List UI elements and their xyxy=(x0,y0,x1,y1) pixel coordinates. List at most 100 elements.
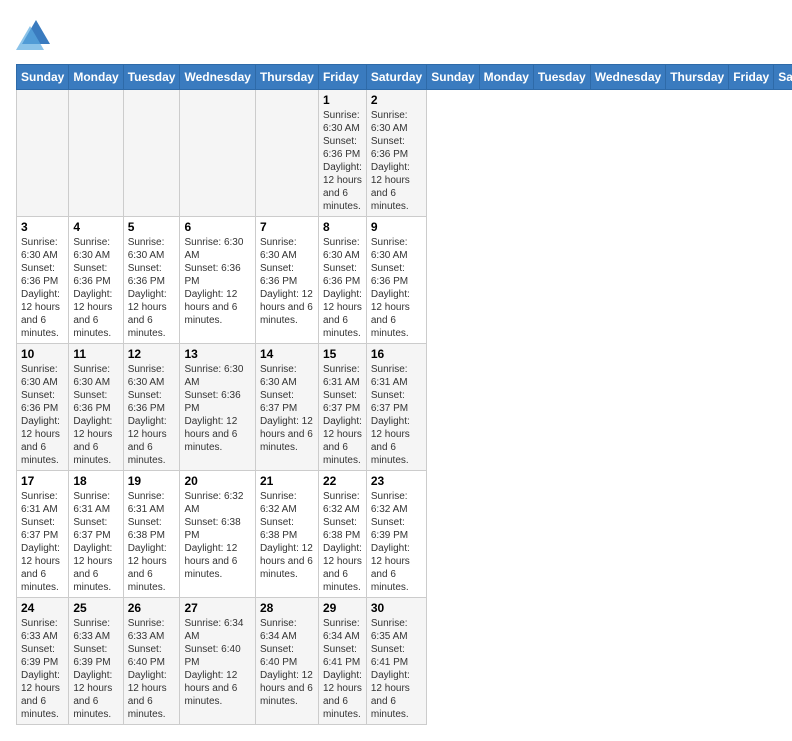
header-thursday: Thursday xyxy=(255,65,318,90)
calendar-cell xyxy=(180,90,255,217)
calendar-cell: 10Sunrise: 6:30 AMSunset: 6:36 PMDayligh… xyxy=(17,344,69,471)
day-info: Sunrise: 6:35 AMSunset: 6:41 PMDaylight:… xyxy=(371,617,422,721)
calendar-cell: 3 Sunrise: 6:30 AMSunset: 6:36 PMDaylight… xyxy=(17,217,69,344)
calendar-cell: 23 Sunrise: 6:32 AMSunset: 6:39 PMDayligh… xyxy=(366,471,426,598)
calendar-cell: 17 Sunrise: 6:31 AMSunset: 6:37 PMDayligh… xyxy=(17,471,69,598)
col-header-sunday: Sunday xyxy=(427,65,479,90)
day-info: Sunrise: 6:34 AMSunset: 6:40 PMDaylight:… xyxy=(184,617,250,708)
calendar-cell: 14 Sunrise: 6:30 AMSunset: 6:37 PMDayligh… xyxy=(255,344,318,471)
day-info: Sunrise: 6:30 AMSunset: 6:36 PMDaylight:… xyxy=(73,363,118,467)
day-number: 17 xyxy=(21,474,64,488)
header-wednesday: Wednesday xyxy=(180,65,255,90)
calendar-cell: 6Sunrise: 6:30 AMSunset: 6:36 PMDaylight… xyxy=(180,217,255,344)
day-number: 25 xyxy=(73,601,118,615)
day-info: Sunrise: 6:32 AMSunset: 6:39 PMDaylight:… xyxy=(371,490,422,594)
calendar-cell: 28 Sunrise: 6:34 AMSunset: 6:40 PMDayligh… xyxy=(255,598,318,725)
day-number: 6 xyxy=(184,220,250,234)
day-info: Sunrise: 6:30 AMSunset: 6:36 PMDaylight:… xyxy=(323,236,362,340)
day-number: 26 xyxy=(128,601,176,615)
day-info: Sunrise: 6:34 AMSunset: 6:40 PMDaylight:… xyxy=(260,617,314,708)
calendar-cell: 22 Sunrise: 6:32 AMSunset: 6:38 PMDayligh… xyxy=(318,471,366,598)
day-info: Sunrise: 6:32 AMSunset: 6:38 PMDaylight:… xyxy=(184,490,250,581)
calendar-cell: 2 Sunrise: 6:30 AMSunset: 6:36 PMDaylight… xyxy=(366,90,426,217)
calendar-cell: 7Sunrise: 6:30 AMSunset: 6:36 PMDaylight… xyxy=(255,217,318,344)
day-info: Sunrise: 6:30 AMSunset: 6:36 PMDaylight:… xyxy=(128,236,176,340)
header-tuesday: Tuesday xyxy=(123,65,180,90)
day-number: 3 xyxy=(21,220,64,234)
day-number: 29 xyxy=(323,601,362,615)
day-number: 12 xyxy=(128,347,176,361)
day-info: Sunrise: 6:31 AMSunset: 6:38 PMDaylight:… xyxy=(128,490,176,594)
calendar-cell: 15 Sunrise: 6:31 AMSunset: 6:37 PMDayligh… xyxy=(318,344,366,471)
day-info: Sunrise: 6:30 AMSunset: 6:36 PMDaylight:… xyxy=(371,236,422,340)
header-monday: Monday xyxy=(69,65,123,90)
calendar-table: SundayMondayTuesdayWednesdayThursdayFrid… xyxy=(16,64,792,725)
calendar-cell: 30 Sunrise: 6:35 AMSunset: 6:41 PMDayligh… xyxy=(366,598,426,725)
day-number: 28 xyxy=(260,601,314,615)
calendar-cell: 9 Sunrise: 6:30 AMSunset: 6:36 PMDaylight… xyxy=(366,217,426,344)
calendar-week-2: 3 Sunrise: 6:30 AMSunset: 6:36 PMDaylight… xyxy=(17,217,792,344)
col-header-friday: Friday xyxy=(729,65,774,90)
calendar-week-5: 24 Sunrise: 6:33 AMSunset: 6:39 PMDayligh… xyxy=(17,598,792,725)
day-info: Sunrise: 6:32 AMSunset: 6:38 PMDaylight:… xyxy=(260,490,314,581)
calendar-cell: 27 Sunrise: 6:34 AMSunset: 6:40 PMDayligh… xyxy=(180,598,255,725)
logo-icon xyxy=(16,16,54,54)
day-info: Sunrise: 6:30 AMSunset: 6:37 PMDaylight:… xyxy=(260,363,314,454)
day-info: Sunrise: 6:32 AMSunset: 6:38 PMDaylight:… xyxy=(323,490,362,594)
header-saturday: Saturday xyxy=(366,65,426,90)
calendar-cell: 20 Sunrise: 6:32 AMSunset: 6:38 PMDayligh… xyxy=(180,471,255,598)
calendar-cell xyxy=(123,90,180,217)
header-sunday: Sunday xyxy=(17,65,69,90)
day-number: 18 xyxy=(73,474,118,488)
day-info: Sunrise: 6:30 AMSunset: 6:36 PMDaylight:… xyxy=(21,363,64,467)
day-info: Sunrise: 6:30 AMSunset: 6:36 PMDaylight:… xyxy=(184,363,250,454)
day-number: 9 xyxy=(371,220,422,234)
day-number: 8 xyxy=(323,220,362,234)
day-number: 23 xyxy=(371,474,422,488)
col-header-saturday: Saturday xyxy=(774,65,792,90)
day-number: 16 xyxy=(371,347,422,361)
calendar-cell: 8 Sunrise: 6:30 AMSunset: 6:36 PMDaylight… xyxy=(318,217,366,344)
day-info: Sunrise: 6:30 AMSunset: 6:36 PMDaylight:… xyxy=(371,109,422,213)
calendar-cell: 12 Sunrise: 6:30 AMSunset: 6:36 PMDayligh… xyxy=(123,344,180,471)
calendar-cell: 16Sunrise: 6:31 AMSunset: 6:37 PMDayligh… xyxy=(366,344,426,471)
day-info: Sunrise: 6:31 AMSunset: 6:37 PMDaylight:… xyxy=(323,363,362,467)
calendar-cell: 18Sunrise: 6:31 AMSunset: 6:37 PMDayligh… xyxy=(69,471,123,598)
day-number: 20 xyxy=(184,474,250,488)
day-info: Sunrise: 6:30 AMSunset: 6:36 PMDaylight:… xyxy=(21,236,64,340)
day-number: 13 xyxy=(184,347,250,361)
calendar-cell: 21Sunrise: 6:32 AMSunset: 6:38 PMDayligh… xyxy=(255,471,318,598)
calendar-week-3: 10Sunrise: 6:30 AMSunset: 6:36 PMDayligh… xyxy=(17,344,792,471)
day-number: 27 xyxy=(184,601,250,615)
calendar-week-4: 17 Sunrise: 6:31 AMSunset: 6:37 PMDayligh… xyxy=(17,471,792,598)
day-info: Sunrise: 6:33 AMSunset: 6:39 PMDaylight:… xyxy=(73,617,118,721)
calendar-cell: 5 Sunrise: 6:30 AMSunset: 6:36 PMDaylight… xyxy=(123,217,180,344)
day-number: 15 xyxy=(323,347,362,361)
day-number: 14 xyxy=(260,347,314,361)
day-info: Sunrise: 6:31 AMSunset: 6:37 PMDaylight:… xyxy=(21,490,64,594)
calendar-cell: 11 Sunrise: 6:30 AMSunset: 6:36 PMDayligh… xyxy=(69,344,123,471)
calendar-cell: 19 Sunrise: 6:31 AMSunset: 6:38 PMDayligh… xyxy=(123,471,180,598)
calendar-week-1: 1 Sunrise: 6:30 AMSunset: 6:36 PMDaylight… xyxy=(17,90,792,217)
day-number: 2 xyxy=(371,93,422,107)
day-number: 5 xyxy=(128,220,176,234)
day-info: Sunrise: 6:30 AMSunset: 6:36 PMDaylight:… xyxy=(323,109,362,213)
day-info: Sunrise: 6:30 AMSunset: 6:36 PMDaylight:… xyxy=(128,363,176,467)
day-number: 1 xyxy=(323,93,362,107)
day-info: Sunrise: 6:30 AMSunset: 6:36 PMDaylight:… xyxy=(73,236,118,340)
day-number: 24 xyxy=(21,601,64,615)
day-info: Sunrise: 6:33 AMSunset: 6:39 PMDaylight:… xyxy=(21,617,64,721)
day-number: 19 xyxy=(128,474,176,488)
day-number: 22 xyxy=(323,474,362,488)
logo xyxy=(16,16,58,54)
calendar-cell: 24 Sunrise: 6:33 AMSunset: 6:39 PMDayligh… xyxy=(17,598,69,725)
calendar-cell: 25 Sunrise: 6:33 AMSunset: 6:39 PMDayligh… xyxy=(69,598,123,725)
day-number: 30 xyxy=(371,601,422,615)
day-info: Sunrise: 6:33 AMSunset: 6:40 PMDaylight:… xyxy=(128,617,176,721)
day-number: 11 xyxy=(73,347,118,361)
col-header-monday: Monday xyxy=(479,65,533,90)
calendar-cell: 29 Sunrise: 6:34 AMSunset: 6:41 PMDayligh… xyxy=(318,598,366,725)
calendar-cell: 4Sunrise: 6:30 AMSunset: 6:36 PMDaylight… xyxy=(69,217,123,344)
day-info: Sunrise: 6:34 AMSunset: 6:41 PMDaylight:… xyxy=(323,617,362,721)
header-friday: Friday xyxy=(318,65,366,90)
